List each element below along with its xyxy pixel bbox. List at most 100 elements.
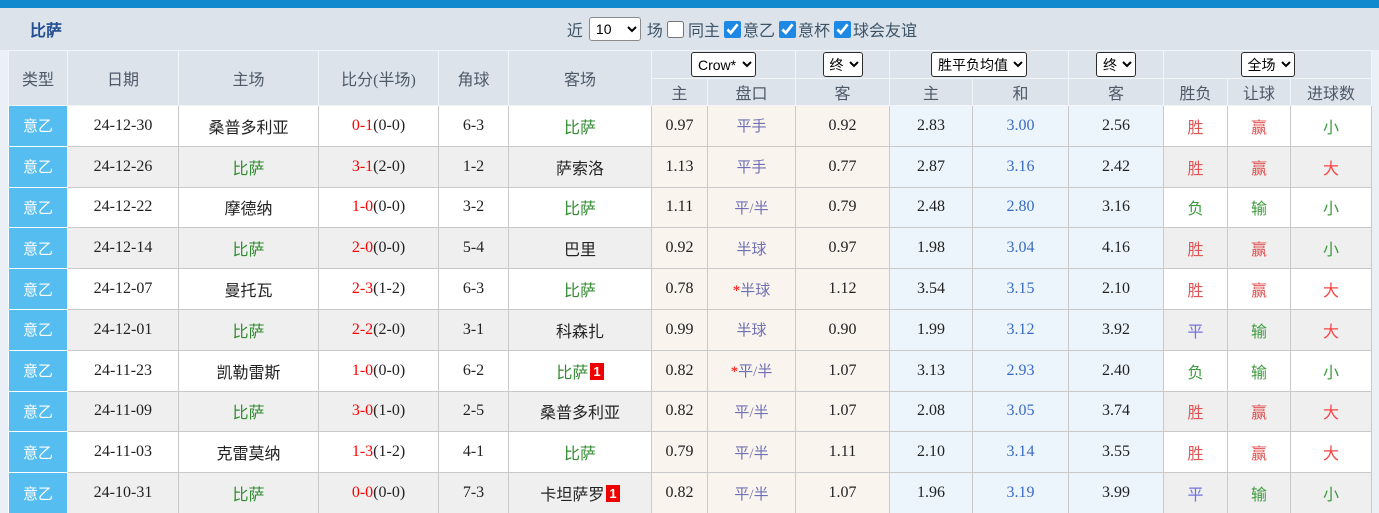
away-team-name[interactable]: 桑普多利亚 [540,405,620,422]
avg-home: 2.10 [917,443,945,461]
odds-home-cell: 0.82 [651,472,708,513]
score-main: 1-3 [351,443,374,461]
avg-draw-cell: 3.04 [972,227,1069,270]
avg-away-cell: 3.74 [1068,390,1164,433]
result-cell: 负 [1163,186,1228,229]
avg-odds-select[interactable]: 胜平负均值 [931,52,1027,77]
score-cell: 0-0(0-0) [318,472,439,513]
same-home-checkbox[interactable] [666,20,684,38]
league-checkbox-coppa-italia[interactable] [778,20,796,38]
avg-draw-cell: 3.15 [972,268,1069,310]
odds-home: 0.97 [665,116,694,134]
score-main: 3-1 [351,157,374,175]
corner-score: 2-5 [462,402,485,420]
avg-away: 2.10 [1102,280,1130,298]
match-result: 平 [1187,323,1204,341]
odds-away: 0.90 [828,320,857,338]
home-team-name[interactable]: 摩德纳 [224,201,272,218]
odds-away: 1.07 [828,402,857,420]
avg-draw-cell: 3.19 [972,472,1069,513]
home-team-name[interactable]: 比萨 [232,324,264,341]
handicap-final-select[interactable]: 终 [822,52,863,77]
away-team-name[interactable]: 萨索洛 [556,161,604,178]
avg-home-cell: 2.48 [889,186,973,229]
avg-draw: 3.15 [1006,280,1035,298]
away-team-name[interactable]: 比萨 [564,446,596,463]
avg-final-select[interactable]: 终 [1096,52,1136,77]
away-team-name[interactable]: 巴里 [564,242,596,259]
league-checkbox-serie-b[interactable] [723,20,741,38]
away-team-name[interactable]: 科森扎 [556,324,604,341]
recent-count-select[interactable]: 10 [588,17,641,41]
home-team-name[interactable]: 克雷莫纳 [216,446,280,463]
score-cell: 3-0(1-0) [318,390,439,433]
home-team-cell: 曼托瓦 [178,268,319,310]
odds-home: 1.13 [665,157,694,175]
away-team-name[interactable]: 比萨 [564,201,596,218]
league-type: 意乙 [22,282,53,299]
odds-away: 0.79 [828,198,857,216]
scope-select[interactable]: 全场 [1240,52,1295,77]
league-filter-serie-b: 意乙 [723,17,775,41]
league-type: 意乙 [22,323,53,340]
odds-away: 1.07 [828,361,857,379]
goals-result: 小 [1323,364,1340,382]
handicap-name: 半球 [740,282,771,299]
score-half: (2-0) [373,320,406,338]
goals-result: 大 [1323,446,1340,464]
away-team-name[interactable]: 比萨 [564,283,596,300]
corner-score: 1-2 [462,157,485,175]
odds-company-select[interactable]: Crow* [691,52,756,77]
league-checkbox-club-friendly[interactable] [833,20,851,38]
score-half: (1-2) [373,443,406,461]
recent-label: 近 [566,23,583,40]
col-header-handicap-result: 让球 [1227,78,1291,106]
odds-away-cell: 1.11 [795,431,890,474]
match-date: 24-12-01 [93,320,153,338]
home-team-name[interactable]: 比萨 [232,405,264,422]
away-team-name[interactable]: 比萨 [564,120,596,137]
handicap-result: 赢 [1250,446,1267,464]
avg-away: 4.16 [1102,239,1130,257]
avg-home: 2.83 [917,116,945,134]
avg-away-cell: 3.92 [1068,308,1164,351]
handicap-cell: 平/半 [707,472,796,513]
away-team-name[interactable]: 卡坦萨罗 [540,487,604,504]
home-team-name[interactable]: 桑普多利亚 [208,120,288,137]
away-team-cell: 科森扎 [508,308,652,351]
home-team-name[interactable]: 曼托瓦 [224,283,272,300]
home-team-name[interactable]: 比萨 [232,161,264,178]
score-half: (0-0) [373,484,406,502]
odds-away-cell: 0.97 [795,227,890,270]
away-red-card-badge: 1 [590,362,604,380]
table-row: 意乙 24-12-01 比萨 2-2(2-0) 3-1 科森扎 0.99 半球 … [8,308,1373,351]
avg-away: 2.56 [1102,116,1130,134]
score-half: (1-0) [373,402,406,420]
away-team-cell: 萨索洛 [508,145,652,188]
odds-away: 1.07 [828,484,857,502]
avg-final-cell: 终 [1068,50,1164,79]
match-date: 24-11-09 [93,402,153,420]
avg-home: 1.98 [917,239,945,257]
handicap-result: 赢 [1250,283,1267,301]
score-half: (0-0) [373,361,406,379]
away-team-cell: 巴里 [508,227,652,270]
match-result: 胜 [1187,283,1204,301]
avg-home-cell: 2.87 [889,145,973,188]
avg-home: 2.87 [917,157,945,175]
goals-result-cell: 大 [1289,268,1373,310]
score-main: 0-1 [351,116,374,134]
col-header-goals: 进球数 [1289,78,1373,106]
away-team-cell: 比萨 [508,186,652,229]
away-team-name[interactable]: 比萨 [556,365,588,382]
home-team-name[interactable]: 凯勒雷斯 [216,365,280,382]
table-row: 意乙 24-12-07 曼托瓦 2-3(1-2) 6-3 比萨 0.78 *半球… [8,268,1373,310]
handicap-result: 输 [1250,487,1267,505]
handicap-name: 平/半 [738,364,773,381]
odds-home: 0.79 [665,443,694,461]
home-team-name[interactable]: 比萨 [232,487,264,504]
away-team-cell: 比萨 1 [508,349,652,392]
away-team-cell: 比萨 [508,431,652,474]
home-team-name[interactable]: 比萨 [232,242,264,259]
match-date-cell: 24-12-22 [67,186,179,229]
